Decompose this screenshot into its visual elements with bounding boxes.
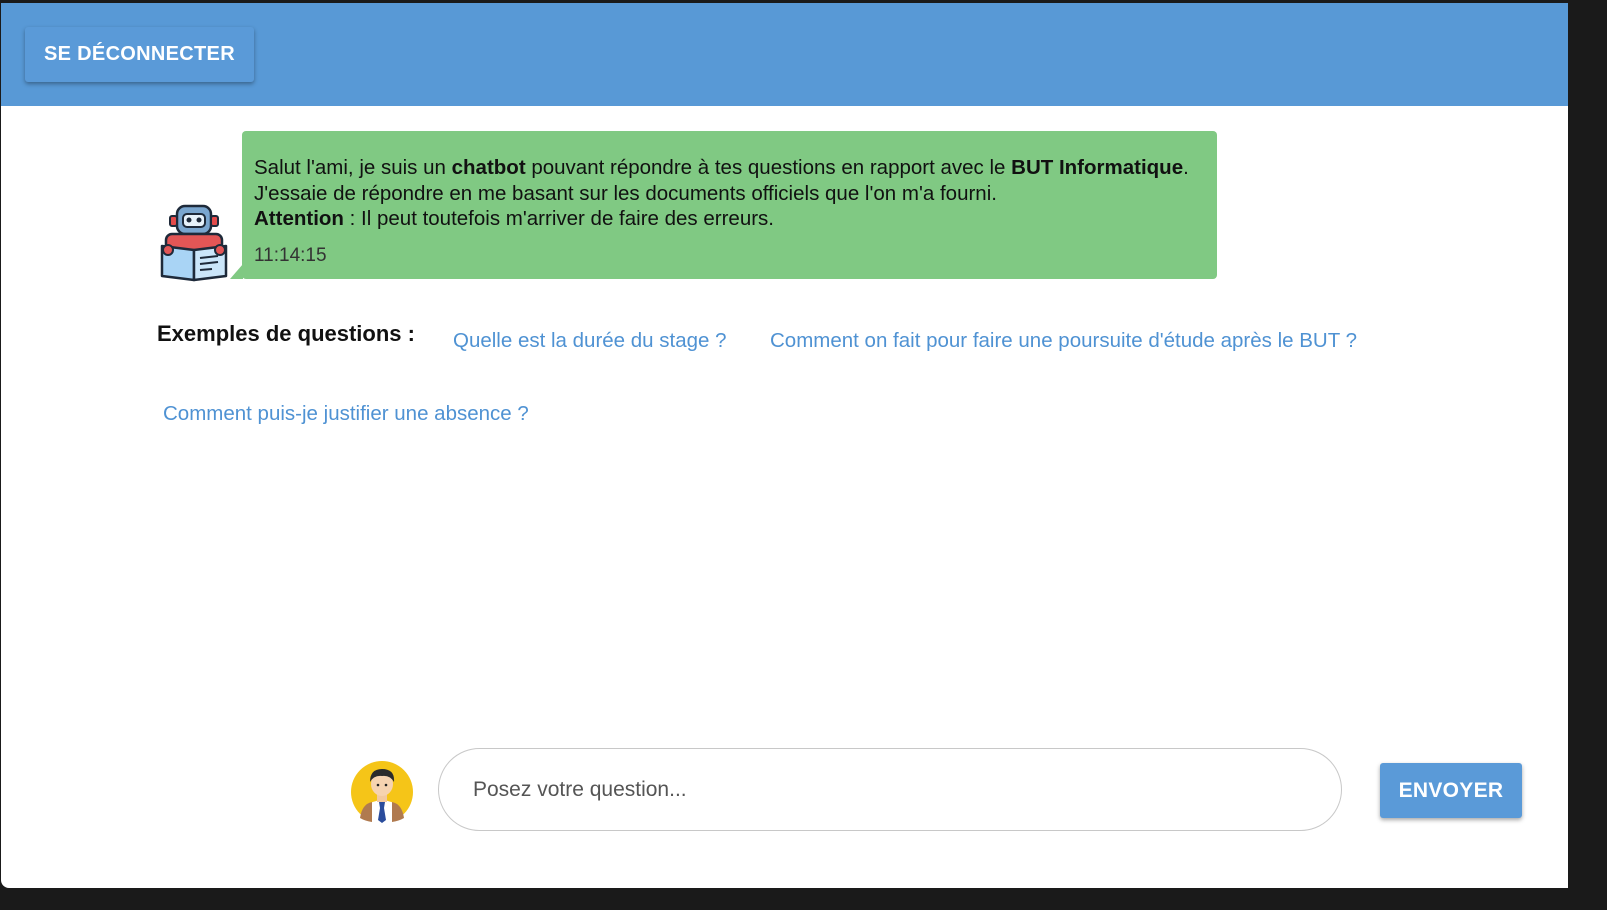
bot-message-line-1: Salut l'ami, je suis un chatbot pouvant …	[254, 155, 1189, 181]
logout-button[interactable]: SE DÉCONNECTER	[25, 27, 254, 82]
msg-attention-label: Attention	[254, 207, 344, 230]
bot-message-line-3: Attention : Il peut toutefois m'arriver …	[254, 206, 1189, 232]
message-timestamp: 11:14:15	[254, 245, 327, 266]
user-avatar-icon	[350, 760, 414, 824]
example-question-link[interactable]: Comment on fait pour faire une poursuite…	[770, 329, 1357, 353]
send-button[interactable]: ENVOYER	[1380, 763, 1522, 818]
chat-page: SE DÉCONNECTER Salut l'ami, je suis un c…	[1, 3, 1568, 888]
examples-title: Exemples de questions :	[157, 321, 415, 346]
msg-text: Salut l'ami, je suis un	[254, 156, 452, 179]
msg-text: .	[1183, 156, 1189, 179]
bot-message-bubble: Salut l'ami, je suis un chatbot pouvant …	[242, 131, 1217, 279]
question-input[interactable]	[438, 748, 1342, 831]
example-question-link[interactable]: Quelle est la durée du stage ?	[453, 329, 727, 353]
bot-message-text: Salut l'ami, je suis un chatbot pouvant …	[254, 155, 1189, 232]
robot-reading-icon	[156, 204, 232, 282]
example-question-link[interactable]: Comment puis-je justifier une absence ?	[163, 402, 529, 426]
top-bar: SE DÉCONNECTER	[1, 3, 1568, 106]
bot-message-line-2: J'essaie de répondre en me basant sur le…	[254, 181, 997, 205]
msg-bold-chatbot: chatbot	[451, 156, 526, 179]
msg-text: : Il peut toutefois m'arriver de faire d…	[343, 207, 774, 230]
window-frame: SE DÉCONNECTER Salut l'ami, je suis un c…	[0, 0, 1607, 910]
msg-text: pouvant répondre à tes questions en rapp…	[525, 156, 1012, 179]
msg-bold-but: BUT Informatique	[1011, 156, 1184, 179]
